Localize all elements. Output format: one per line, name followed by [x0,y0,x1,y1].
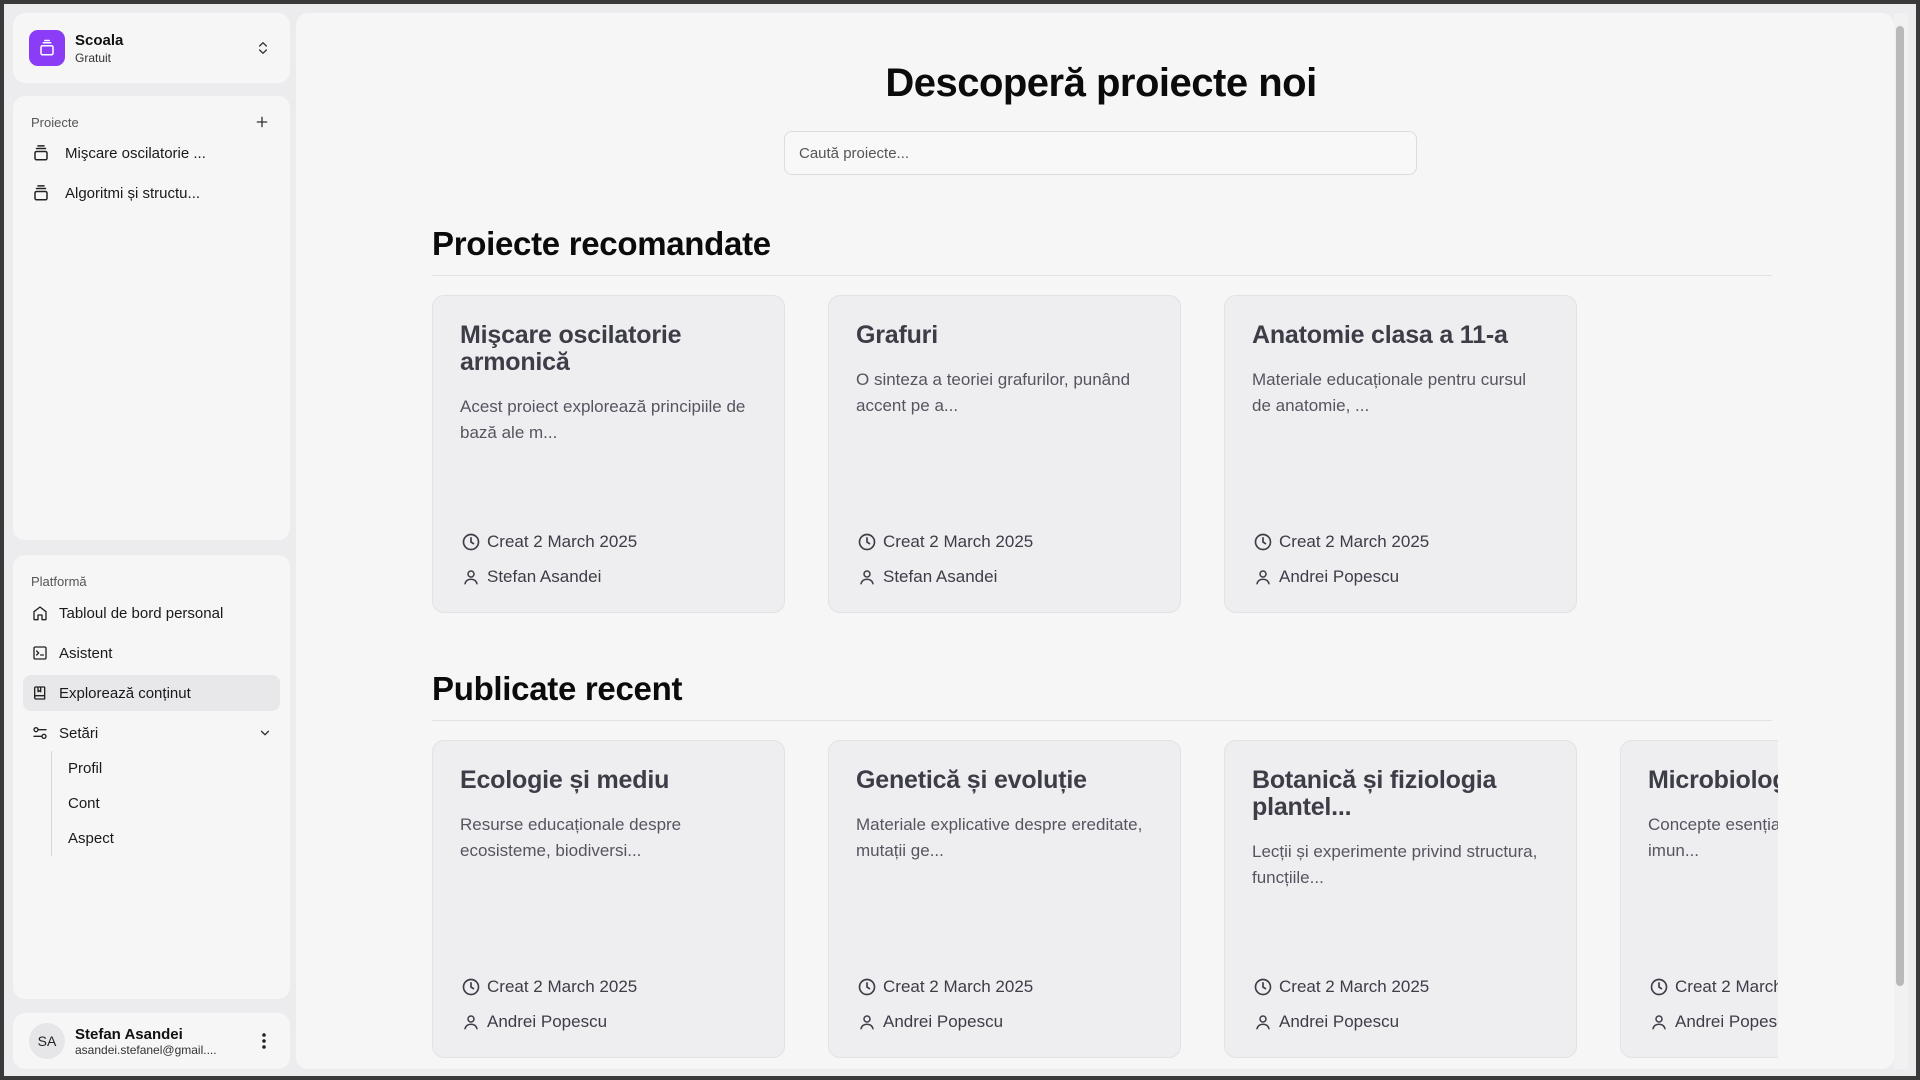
card-created-date: Creat 2 March 2025 [487,976,638,996]
sidebar: Scoala Gratuit Proiecte Mişcare oscilato… [13,13,290,1069]
card-description: Acest proiect explorează principiile de … [460,397,746,442]
clock-icon [460,531,482,553]
terminal-icon [31,644,49,662]
submenu-item-appearance[interactable]: Aspect [68,821,280,856]
book-icon [31,684,49,702]
workspace-switcher[interactable]: Scoala Gratuit [13,13,290,83]
user-icon [460,566,482,588]
card-created-date: Creat 2 March 2025 [1279,531,1430,551]
projects-section-label: Proiecte [31,114,79,130]
card-title: Ecologie și mediu [460,766,670,794]
user-icon [460,1011,482,1033]
more-vertical-icon[interactable] [254,1032,274,1050]
project-card[interactable]: Grafuri O sinteza a teoriei grafurilor, … [828,295,1181,613]
section-divider [432,275,1772,276]
project-card[interactable]: Ecologie și mediu Resurse educaționale d… [432,740,785,1058]
card-created-date: Creat 2 March 2025 [1279,976,1430,996]
recommended-section-title: Proiecte recomandate [432,225,771,262]
clock-icon [460,976,482,998]
sidebar-item-dashboard[interactable]: Tabloul de bord personal [23,595,280,631]
card-title: Genetică și evoluție [856,766,1087,794]
workspace-name: Scoala [75,31,124,49]
sidebar-project-label: Algoritmi și structu... [65,184,201,202]
card-created-date: Creat 2 March 2025 [883,976,1034,996]
card-description: Lecții și experimente privind structura,… [1252,842,1538,887]
user-icon [1252,1011,1274,1033]
card-title: Microbiologie [1648,766,1778,794]
sidebar-project-item[interactable]: Mişcare oscilatorie ... [31,134,272,172]
project-card[interactable]: Anatomie clasa a 11-a Materiale educațio… [1224,295,1577,613]
chevron-down-icon[interactable] [258,726,272,740]
settings-submenu: Profil Cont Aspect [51,751,280,856]
card-title: Botanică și fiziologia plantel... [1252,766,1497,821]
card-description: Resurse educaționale despre ecosisteme, … [460,815,682,860]
card-description: Concepte esențiale despre virusuri, imun… [1648,815,1778,860]
user-icon [1648,1011,1670,1033]
submenu-item-account[interactable]: Cont [68,786,280,821]
card-created-date: Creat 2 March 2025 [883,531,1034,551]
sidebar-item-label: Tabloul de bord personal [59,604,224,622]
sidebar-project-item[interactable]: Algoritmi și structu... [31,174,272,212]
project-card[interactable]: Botanică și fiziologia plantel... Lecții… [1224,740,1577,1058]
home-icon [31,604,49,622]
user-menu[interactable]: SA Stefan Asandei asandei.stefanel@gmail… [13,1013,290,1069]
recent-cards-row: Ecologie și mediu Resurse educaționale d… [432,740,1778,1069]
clock-icon [856,531,878,553]
search-input[interactable] [784,131,1417,175]
sidebar-item-label: Setări [59,724,99,742]
project-card[interactable]: Mişcare oscilatorie armonică Acest proie… [432,295,785,613]
user-icon [1252,566,1274,588]
card-description: Materiale educaționale pentru cursul de … [1252,370,1527,415]
sidebar-item-settings[interactable]: Setări [23,715,280,751]
recommended-cards-row: Mişcare oscilatorie armonică Acest proie… [432,295,1778,625]
card-created-date: Creat 2 March 2025 [487,531,638,551]
card-author: Stefan Asandei [883,566,998,586]
main-content: Descoperă proiecte noi Proiecte recomand… [296,13,1894,1069]
card-title: Grafuri [856,321,938,349]
card-created-date: Creat 2 March 2025 [1675,976,1778,996]
card-author: Andrei Popescu [1279,566,1400,586]
sidebar-project-label: Mişcare oscilatorie ... [65,144,206,162]
recent-section-title: Publicate recent [432,670,683,707]
settings-sliders-icon [31,724,49,742]
platform-section-label: Platformă [31,573,87,589]
card-title: Anatomie clasa a 11-a [1252,321,1508,349]
user-icon [856,566,878,588]
workspace-plan: Gratuit [75,50,112,65]
user-name: Stefan Asandei [75,1025,183,1043]
clock-icon [856,976,878,998]
clock-icon [1252,976,1274,998]
project-stack-icon [31,183,51,203]
card-description: Materiale explicative despre ereditate, … [856,815,1143,860]
sidebar-item-label: Asistent [59,644,113,662]
sidebar-item-assistant[interactable]: Asistent [23,635,280,671]
project-card[interactable]: Microbiologie Concepte esențiale despre … [1620,740,1778,1058]
card-author: Andrei Popescu [883,1011,1004,1031]
page-title: Descoperă proiecte noi [885,61,1317,105]
add-project-plus-icon[interactable] [252,112,272,132]
submenu-item-profile[interactable]: Profil [68,751,280,786]
card-author: Andrei Popescu [1675,1011,1778,1031]
card-author: Andrei Popescu [1279,1011,1400,1031]
projects-panel: Proiecte Mişcare oscilatorie ... Algorit… [13,96,290,540]
app-window: Scoala Gratuit Proiecte Mişcare oscilato… [4,4,1916,1076]
scrollbar-thumb[interactable] [1896,26,1904,986]
platform-panel: Platformă Tabloul de bord personal Asist… [13,555,290,999]
card-description: O sinteza a teoriei grafurilor, punând a… [856,370,1131,415]
chevrons-up-down-icon[interactable] [252,37,274,59]
workspace-logo-icon [29,30,65,66]
project-stack-icon [31,143,51,163]
project-card[interactable]: Genetică și evoluție Materiale explicati… [828,740,1181,1058]
clock-icon [1252,531,1274,553]
card-author: Andrei Popescu [487,1011,608,1031]
card-title: Mişcare oscilatorie armonică [460,321,682,376]
clock-icon [1648,976,1670,998]
sidebar-item-explore[interactable]: Explorează conținut [23,675,280,711]
sidebar-item-label: Explorează conținut [59,684,191,702]
user-email: asandei.stefanel@gmail.... [75,1042,217,1057]
avatar: SA [29,1023,65,1059]
user-icon [856,1011,878,1033]
card-author: Stefan Asandei [487,566,602,586]
section-divider [432,720,1772,721]
